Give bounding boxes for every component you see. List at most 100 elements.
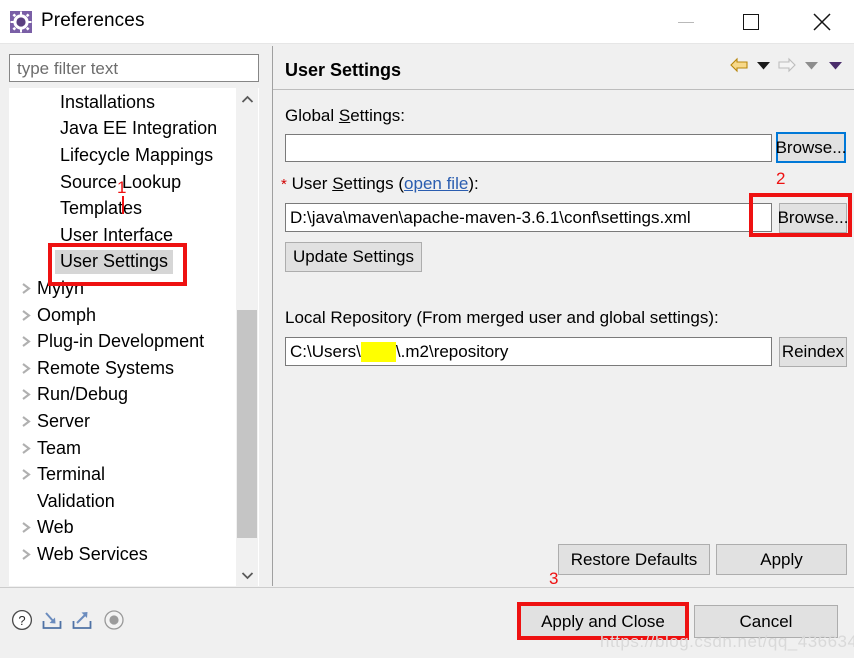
- required-marker: *: [281, 176, 287, 193]
- scrollbar-thumb[interactable]: [237, 310, 257, 538]
- chevron-right-icon[interactable]: [18, 307, 34, 323]
- minimize-icon: [678, 22, 694, 23]
- sidebar-item-label: Team: [37, 438, 81, 459]
- chevron-right-icon[interactable]: [18, 413, 34, 429]
- page-title: User Settings: [285, 60, 401, 81]
- sidebar-item-label: Terminal: [37, 464, 105, 485]
- maximize-button[interactable]: [724, 0, 778, 44]
- window-title: Preferences: [41, 10, 145, 32]
- title-bar: Preferences: [0, 0, 854, 44]
- minimize-button[interactable]: [659, 0, 713, 44]
- sidebar-item-label: Server: [37, 411, 90, 432]
- local-repository-input[interactable]: C:\Users\ \.m2\repository: [285, 337, 772, 366]
- sidebar-item-label: Web: [37, 517, 74, 538]
- chevron-right-icon[interactable]: [18, 360, 34, 376]
- back-history-caret-down-icon[interactable]: [752, 54, 774, 76]
- search-input[interactable]: type filter text: [9, 54, 259, 82]
- sidebar-item-terminal[interactable]: Terminal: [10, 461, 258, 488]
- export-icon[interactable]: [70, 608, 94, 632]
- chevron-up-icon: [241, 95, 254, 104]
- sidebar-item-oomph[interactable]: Oomph: [10, 302, 258, 329]
- sidebar-item-label: Oomph: [37, 305, 96, 326]
- redacted-username: [361, 342, 396, 362]
- chevron-right-icon[interactable]: [18, 467, 34, 483]
- chevron-right-icon[interactable]: [18, 520, 34, 536]
- user-settings-mnemonic: S: [332, 174, 343, 193]
- local-repository-value-prefix: C:\Users\: [290, 342, 361, 362]
- user-settings-label-post: ettings (: [344, 174, 404, 193]
- global-settings-input[interactable]: [285, 134, 772, 162]
- restore-defaults-button[interactable]: Restore Defaults: [558, 544, 710, 575]
- open-file-link[interactable]: open file: [404, 174, 468, 193]
- arrow-left-icon[interactable]: [728, 54, 750, 76]
- sidebar-item-user-interface[interactable]: User Interface: [10, 222, 258, 249]
- annotation-marker-1: 1: [117, 178, 126, 198]
- chevron-right-icon[interactable]: [18, 387, 34, 403]
- local-repository-label: Local Repository (From merged user and g…: [285, 308, 719, 328]
- view-menu-caret-down-icon[interactable]: [824, 54, 846, 76]
- sidebar-item-templates[interactable]: Templates: [10, 195, 258, 222]
- sidebar-item-lifecycle-mappings[interactable]: Lifecycle Mappings: [10, 142, 258, 169]
- global-settings-label-post: ettings:: [350, 106, 405, 125]
- local-repository-value-suffix: \.m2\repository: [396, 342, 508, 362]
- chevron-right-icon[interactable]: [18, 440, 34, 456]
- circle-icon[interactable]: [102, 608, 126, 632]
- sidebar-item-web[interactable]: Web: [10, 515, 258, 542]
- update-settings-button[interactable]: Update Settings: [285, 242, 422, 272]
- sidebar-item-label: Installations: [60, 92, 155, 113]
- user-settings-browse-button[interactable]: Browse...: [779, 203, 847, 233]
- apply-button[interactable]: Apply: [716, 544, 847, 575]
- panel-divider: [273, 89, 854, 90]
- close-button[interactable]: [795, 0, 849, 44]
- tree-scrollbar[interactable]: [236, 88, 258, 586]
- sidebar-item-label: User Interface: [60, 225, 173, 246]
- sidebar-item-label: Run/Debug: [37, 384, 128, 405]
- sidebar-item-user-settings[interactable]: User Settings: [10, 249, 258, 276]
- sidebar-item-web-services[interactable]: Web Services: [10, 541, 258, 568]
- global-settings-browse-button[interactable]: Browse...: [776, 132, 846, 163]
- maximize-icon: [743, 14, 759, 30]
- user-settings-label-end: ):: [468, 174, 478, 193]
- sidebar-item-label: Validation: [37, 491, 115, 512]
- arrow-right-icon: [776, 54, 798, 76]
- sidebar-item-label: Remote Systems: [37, 358, 174, 379]
- import-icon[interactable]: [40, 608, 64, 632]
- sidebar-item-java-ee-integration[interactable]: Java EE Integration: [10, 116, 258, 143]
- sidebar-item-installations[interactable]: Installations: [10, 89, 258, 116]
- sidebar-item-remote-systems[interactable]: Remote Systems: [10, 355, 258, 382]
- chevron-right-icon[interactable]: [18, 334, 34, 350]
- close-icon: [812, 12, 832, 32]
- scroll-down-button[interactable]: [236, 564, 258, 586]
- global-settings-mnemonic: S: [339, 106, 350, 125]
- sidebar-item-run-debug[interactable]: Run/Debug: [10, 382, 258, 409]
- user-settings-input[interactable]: D:\java\maven\apache-maven-3.6.1\conf\se…: [285, 203, 772, 232]
- watermark: https://blog.csdn.net/qq_43663493: [600, 632, 854, 652]
- annotation-tick-1: [122, 196, 124, 214]
- sidebar-item-plug-in-development[interactable]: Plug-in Development: [10, 328, 258, 355]
- sidebar-item-team[interactable]: Team: [10, 435, 258, 462]
- question-mark-icon[interactable]: ?: [10, 608, 34, 632]
- sidebar-item-source-lookup[interactable]: Source Lookup: [10, 169, 258, 196]
- sidebar-item-label: Web Services: [37, 544, 148, 565]
- global-settings-label-pre: Global: [285, 106, 339, 125]
- chevron-down-icon: [241, 571, 254, 580]
- user-settings-label-pre: User: [292, 174, 333, 193]
- chevron-right-icon[interactable]: [18, 546, 34, 562]
- sidebar-item-validation[interactable]: Validation: [10, 488, 258, 515]
- preferences-dialog: Preferences type filter text Installatio…: [0, 0, 854, 658]
- gear-icon: [10, 11, 32, 33]
- sidebar-item-server[interactable]: Server: [10, 408, 258, 435]
- sidebar-item-label: Templates: [60, 198, 142, 219]
- settings-panel: User Settings: [272, 46, 854, 586]
- global-settings-label: Global Settings:: [285, 106, 405, 126]
- sidebar-item-mylyn[interactable]: Mylyn: [10, 275, 258, 302]
- annotation-marker-2: 2: [776, 169, 785, 189]
- annotation-marker-3: 3: [549, 569, 558, 589]
- chevron-right-icon[interactable]: [18, 280, 34, 296]
- sidebar-item-label: Lifecycle Mappings: [60, 145, 213, 166]
- reindex-button[interactable]: Reindex: [779, 337, 847, 367]
- sidebar-item-label: User Settings: [55, 250, 173, 274]
- preferences-tree[interactable]: Installations Java EE IntegrationLifecycl…: [9, 88, 259, 586]
- scroll-up-button[interactable]: [236, 88, 258, 110]
- sidebar-item-label: Plug-in Development: [37, 331, 204, 352]
